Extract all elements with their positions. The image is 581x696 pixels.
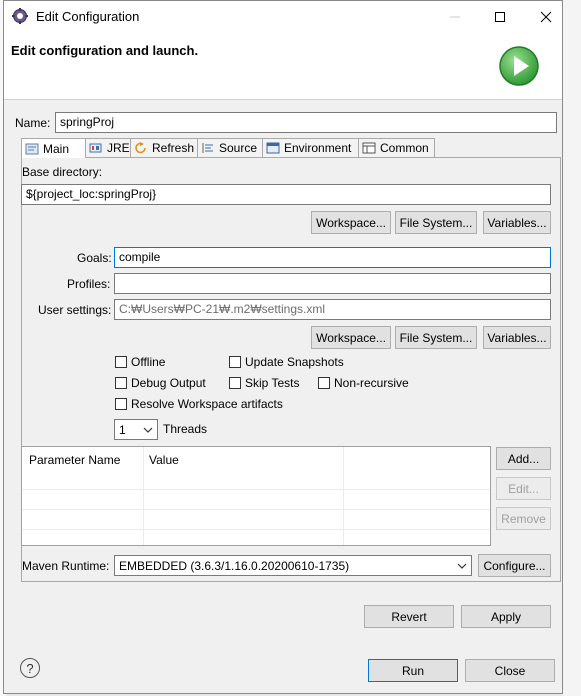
tab-jre-label: JRE: [107, 141, 130, 155]
offline-label: Offline: [131, 355, 166, 369]
dialog-header: Edit configuration and launch.: [4, 33, 562, 100]
tab-common-label: Common: [380, 141, 429, 155]
tab-main[interactable]: Main: [21, 138, 86, 158]
tab-environment[interactable]: Environment: [262, 138, 359, 157]
settings-workspace-button[interactable]: Workspace...: [311, 326, 391, 349]
row-divider: [22, 529, 490, 530]
maven-runtime-select[interactable]: EMBEDDED (3.6.3/1.16.0.20200610-1735): [114, 555, 472, 576]
close-button[interactable]: Close: [465, 659, 555, 682]
configure-button[interactable]: Configure...: [478, 554, 551, 577]
tab-main-label: Main: [43, 141, 70, 156]
minimize-icon: [450, 16, 460, 18]
column-divider: [143, 447, 144, 545]
tab-refresh-label: Refresh: [152, 141, 195, 155]
skip-tests-checkbox[interactable]: [229, 377, 241, 389]
header-title: Edit configuration and launch.: [11, 43, 199, 58]
threads-value: 1: [119, 422, 126, 437]
offline-checkbox[interactable]: [115, 356, 127, 368]
close-icon: [540, 11, 552, 23]
parameter-name-header: Parameter Name: [29, 453, 121, 467]
user-settings-field[interactable]: C:₩Users₩PC-21₩.m2₩settings.xml: [114, 299, 551, 320]
maximize-icon: [495, 12, 505, 22]
close-window-button[interactable]: [523, 1, 569, 33]
maven-runtime-value: EMBEDDED (3.6.3/1.16.0.20200610-1735): [119, 558, 350, 573]
row-divider: [22, 489, 490, 490]
parameters-table[interactable]: Parameter Name Value: [21, 446, 491, 546]
tab-jre[interactable]: JRE: [85, 138, 131, 157]
non-recursive-checkbox[interactable]: [318, 377, 330, 389]
debug-output-label: Debug Output: [131, 376, 206, 390]
revert-button[interactable]: Revert: [364, 605, 454, 628]
apply-button[interactable]: Apply: [461, 605, 551, 628]
help-icon[interactable]: ?: [20, 658, 40, 678]
threads-select[interactable]: 1: [114, 419, 158, 440]
common-icon: [362, 142, 376, 154]
resolve-workspace-label: Resolve Workspace artifacts: [131, 397, 283, 411]
profiles-label: Profiles:: [67, 277, 111, 291]
window-title: Edit Configuration: [36, 9, 140, 24]
environment-icon: [266, 142, 280, 154]
jre-icon: [89, 142, 103, 154]
tab-refresh[interactable]: Refresh: [130, 138, 198, 157]
edit-configuration-dialog: Edit Configuration Edit configuration an…: [3, 0, 563, 694]
tab-environment-label: Environment: [284, 141, 352, 155]
run-launch-icon: [498, 45, 540, 87]
update-snapshots-label: Update Snapshots: [245, 355, 344, 369]
tab-source[interactable]: Source: [197, 138, 263, 157]
refresh-icon: [134, 142, 148, 154]
tab-common[interactable]: Common: [358, 138, 435, 157]
base-file-system-button[interactable]: File System...: [395, 211, 477, 234]
user-settings-label: User settings:: [38, 303, 112, 317]
remove-parameter-button[interactable]: Remove: [496, 507, 551, 530]
debug-output-checkbox[interactable]: [115, 377, 127, 389]
update-snapshots-checkbox[interactable]: [229, 356, 241, 368]
chevron-down-icon: [457, 563, 467, 569]
add-parameter-button[interactable]: Add...: [496, 447, 551, 470]
edit-parameter-button[interactable]: Edit...: [496, 477, 551, 500]
column-divider: [343, 447, 344, 545]
minimize-button[interactable]: [432, 1, 478, 33]
value-header: Value: [149, 453, 179, 467]
chevron-down-icon: [143, 427, 153, 433]
help-glyph: ?: [26, 660, 34, 676]
source-icon: [201, 142, 215, 154]
resolve-workspace-checkbox[interactable]: [115, 398, 127, 410]
name-field[interactable]: springProj: [55, 112, 557, 133]
row-divider: [22, 509, 490, 510]
settings-variables-button[interactable]: Variables...: [483, 326, 551, 349]
maven-main-icon: [25, 143, 39, 155]
maven-runtime-label: Maven Runtime:: [22, 559, 110, 573]
goals-field[interactable]: compile: [114, 247, 551, 268]
base-variables-button[interactable]: Variables...: [483, 211, 551, 234]
settings-file-system-button[interactable]: File System...: [395, 326, 477, 349]
eclipse-gear-icon: [12, 8, 28, 24]
goals-label: Goals:: [77, 251, 112, 265]
title-bar: Edit Configuration: [4, 1, 562, 33]
threads-label: Threads: [163, 422, 208, 436]
profiles-field[interactable]: [114, 273, 551, 294]
background-ide-editor: [563, 0, 581, 696]
skip-tests-label: Skip Tests: [245, 376, 300, 390]
base-directory-field[interactable]: ${project_loc:springProj}: [21, 184, 551, 205]
maximize-button[interactable]: [477, 1, 523, 33]
base-workspace-button[interactable]: Workspace...: [311, 211, 391, 234]
run-button[interactable]: Run: [368, 659, 458, 682]
non-recursive-label: Non-recursive: [334, 376, 409, 390]
base-directory-label: Base directory:: [22, 165, 103, 179]
name-label: Name:: [15, 116, 51, 130]
tab-source-label: Source: [219, 141, 258, 155]
